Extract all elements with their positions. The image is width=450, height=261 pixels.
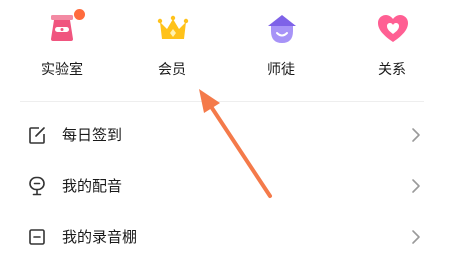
menu-item-my-studio[interactable]: 我的录音棚 — [0, 213, 450, 261]
menu-item-label: 我的录音棚 — [62, 228, 138, 246]
crown-icon — [157, 15, 189, 39]
microphone-icon — [29, 176, 45, 196]
feature-grid: 实验室 会员 师徒 关系 — [0, 0, 450, 100]
feature-member[interactable]: 会员 — [122, 0, 222, 100]
studio-icon — [29, 229, 45, 245]
chevron-right-icon — [412, 128, 420, 142]
menu-item-daily-checkin[interactable]: 每日签到 — [0, 111, 450, 159]
feature-label: 师徒 — [267, 62, 295, 78]
feature-mentor[interactable]: 师徒 — [231, 0, 331, 100]
menu-item-label: 我的配音 — [62, 177, 123, 195]
heart-icon — [378, 15, 408, 42]
feature-label: 关系 — [378, 62, 406, 78]
menu-item-my-dubbing[interactable]: 我的配音 — [0, 162, 450, 210]
checkin-edit-icon — [29, 127, 45, 144]
feature-label: 实验室 — [41, 62, 83, 78]
feature-relation[interactable]: 关系 — [342, 0, 442, 100]
menu-item-label: 每日签到 — [62, 126, 123, 144]
chevron-right-icon — [412, 179, 420, 193]
chevron-right-icon — [412, 230, 420, 244]
section-divider — [20, 101, 424, 102]
feature-label: 会员 — [158, 62, 186, 78]
feature-lab[interactable]: 实验室 — [12, 0, 112, 100]
notification-badge — [74, 9, 85, 20]
mentor-icon — [268, 15, 296, 43]
